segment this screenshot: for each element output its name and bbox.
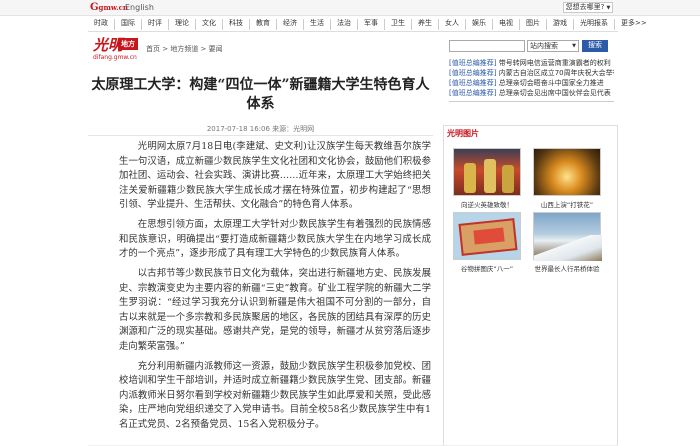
nav-item[interactable]: 军事 (358, 19, 385, 30)
site-section-badge: 地方 (118, 38, 138, 50)
search-input[interactable] (449, 40, 525, 52)
search-scope-label: 站内搜索 (530, 42, 558, 50)
news-list-item[interactable]: [值班总编推荐] 总理亲切会见出席中国伙伴会见代表 (449, 88, 614, 98)
nav-item[interactable]: 更多>> (615, 19, 653, 30)
article-body: 光明网太原7月18日电(李建斌、史文利)让汉族学生每天教维吾尔族学生一句汉语，成… (119, 140, 431, 438)
article-meta: 2017-07-18 16:06 来源：光明网 (206, 125, 315, 133)
destination-dropdown[interactable]: 您想去哪里? ▼ (563, 2, 613, 13)
nav-item[interactable]: 时评 (142, 19, 169, 30)
site-logo[interactable]: 光明 地方 difang.gmw.cn (93, 34, 148, 62)
nav-item[interactable]: 生活 (304, 19, 331, 30)
nav-item[interactable]: 养生 (412, 19, 439, 30)
news-headline: 带号转网电信运营商重演霸者的权利 (496, 59, 611, 67)
article-title: 太原理工大学：构建“四位一体”新疆籍大学生特色育人体系 (91, 77, 430, 112)
nav-item[interactable]: 文化 (196, 19, 223, 30)
nav-item[interactable]: 教育 (250, 19, 277, 30)
nav-item[interactable]: 国际 (115, 19, 142, 30)
news-tag: [值班总编推荐] (449, 89, 497, 97)
news-list-item[interactable]: [值班总编推荐] 内蒙古自治区成立70周年庆祝大会举行 (449, 68, 614, 78)
destination-label: 您想去哪里? (565, 3, 605, 11)
sparks-photo[interactable] (533, 148, 601, 196)
nav-item[interactable]: 游戏 (547, 19, 574, 30)
nav-item[interactable]: 理论 (169, 19, 196, 30)
site-url: difang.gmw.cn (93, 54, 137, 61)
nav-divider (88, 31, 618, 32)
news-list-item[interactable]: [值班总编推荐] 总理亲切会晤奋斗中国家全力推进 (449, 78, 614, 88)
english-link[interactable]: English (125, 3, 154, 12)
search-scope-select[interactable]: 站内搜索 ▼ (527, 40, 579, 52)
news-tag: [值班总编推荐] (449, 59, 497, 67)
nav-item[interactable]: 卫生 (385, 19, 412, 30)
right-divider (449, 101, 614, 102)
news-tag: [值班总编推荐] (449, 69, 497, 77)
nav-item[interactable]: 时政 (88, 19, 115, 30)
top-bar: Ggmw.cn English 您想去哪里? ▼ (0, 0, 700, 16)
nav-item[interactable]: 经济 (277, 19, 304, 30)
nav-item[interactable]: 光明报系 (574, 19, 615, 30)
photo-caption[interactable]: 谷物拼图庆“八一” (447, 263, 527, 273)
article-paragraph: 充分利用新疆内派教师这一资源，鼓励少数民族学生积极参加党校、团校培训和学生干部培… (119, 360, 431, 430)
news-headline: 内蒙古自治区成立70周年庆祝大会举行 (496, 69, 614, 77)
photo-caption[interactable]: 世界最长人行吊桥体验 (527, 263, 607, 273)
nav-item[interactable]: 法治 (331, 19, 358, 30)
firefighters-photo[interactable] (453, 148, 521, 196)
search-button[interactable]: 搜索 (582, 40, 608, 52)
breadcrumb[interactable]: 首页 > 地方频道 > 要闻 (146, 44, 223, 54)
logo-letter: G (90, 2, 99, 13)
news-headline: 总理亲切会晤奋斗中国家全力推进 (496, 79, 604, 87)
photo-caption[interactable]: 向逆火英雄致敬！ (447, 199, 527, 209)
nav-item[interactable]: 电视 (493, 19, 520, 30)
photo-panel-heading[interactable]: 光明图片 (447, 128, 479, 139)
suspension-bridge-photo[interactable] (533, 212, 602, 261)
photo-caption[interactable]: 山西上演“打铁花” (527, 199, 607, 209)
news-headline: 总理亲切会见出席中国伙伴会见代表 (496, 89, 611, 97)
nav-item[interactable]: 女人 (439, 19, 466, 30)
news-list-item[interactable]: [值班总编推荐] 带号转网电信运营商重演霸者的权利 (449, 58, 614, 68)
news-tag: [值班总编推荐] (449, 79, 497, 87)
gmw-logo[interactable]: Ggmw.cn (90, 2, 128, 13)
grain-art-photo[interactable] (453, 212, 521, 260)
chevron-down-icon: ▼ (606, 5, 611, 11)
nav-item[interactable]: 科技 (223, 19, 250, 30)
article-paragraph: 在思想引领方面，太原理工大学针对少数民族学生有着强烈的民族情感和民族意识，明确提… (119, 219, 431, 259)
main-nav: 时政 国际 时评 理论 文化 科技 教育 经济 生活 法治 军事 卫生 养生 女人 娱乐 电视 图片 游戏 光明报系… (88, 19, 647, 30)
title-divider (88, 135, 433, 136)
nav-item[interactable]: 图片 (520, 19, 547, 30)
chevron-down-icon: ▼ (572, 43, 576, 49)
nav-item[interactable]: 娱乐 (466, 19, 493, 30)
logo-domain: gmw.cn (98, 3, 128, 12)
recommended-news-list: [值班总编推荐] 带号转网电信运营商重演霸者的权利 [值班总编推荐] 内蒙古自治区… (449, 58, 614, 98)
article-paragraph: 光明网太原7月18日电(李建斌、史文利)让汉族学生每天教维吾尔族学生一句汉语，成… (119, 141, 431, 210)
article-paragraph: 以古邦节等少数民族节日文化为载体，突出进行新疆地方史、民族发展史、宗教演变史为主… (119, 268, 431, 352)
